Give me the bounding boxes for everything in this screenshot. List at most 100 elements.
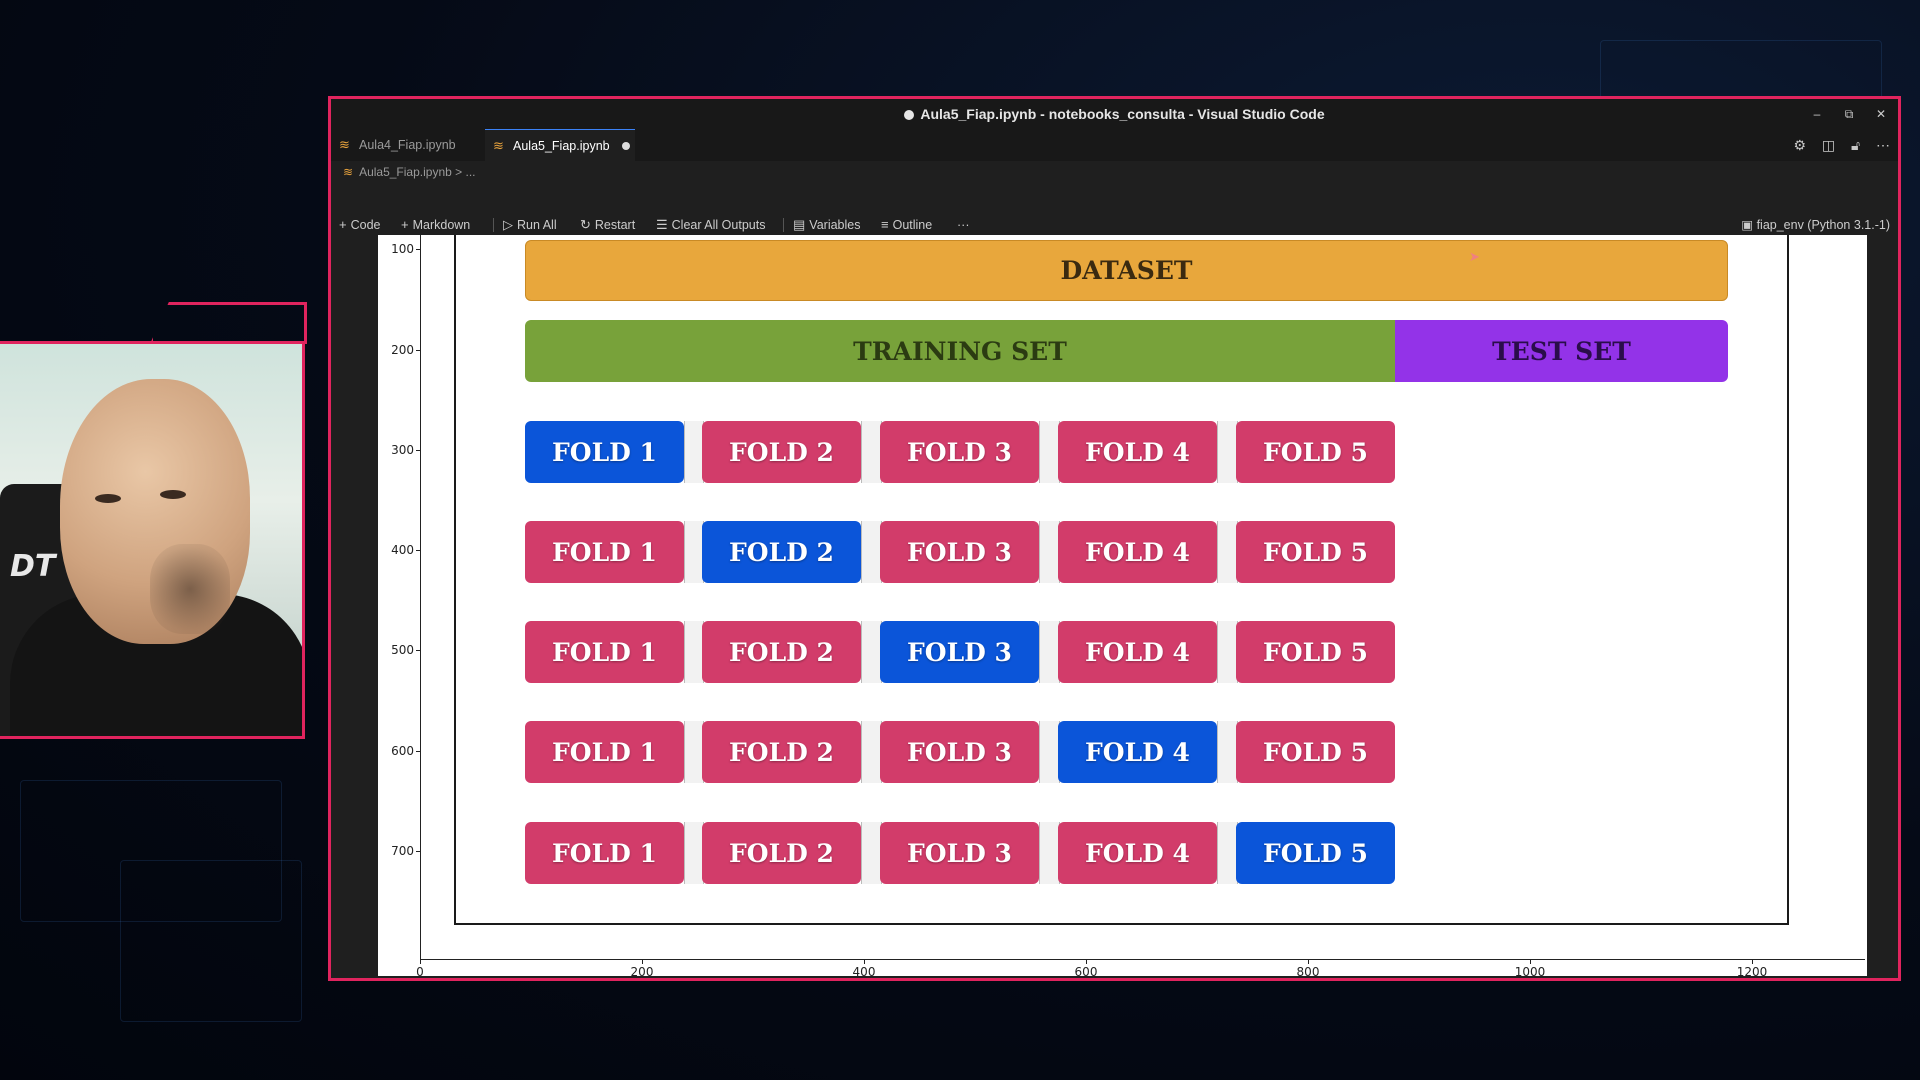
train-fold-block: FOLD 5 xyxy=(1236,521,1395,583)
unsaved-dot-icon xyxy=(904,110,915,120)
tab-label: Aula4_Fiap.ipynb xyxy=(359,138,456,152)
train-fold-block: FOLD 1 xyxy=(525,721,684,783)
minimize-button[interactable]: – xyxy=(1802,99,1832,129)
breadcrumb-file[interactable]: Aula5_Fiap.ipynb xyxy=(359,165,452,179)
x-tick-label: 1000 xyxy=(1514,965,1546,979)
tab-aula5[interactable]: ≋ Aula5_Fiap.ipynb xyxy=(485,129,635,161)
y-tick-label: 400 xyxy=(391,543,414,557)
presenter-eye xyxy=(95,494,121,503)
y-tick-mark xyxy=(416,851,420,852)
vscode-window: Aula5_Fiap.ipynb - notebooks_consulta - … xyxy=(328,96,1901,981)
x-tick-mark xyxy=(1308,960,1309,964)
x-tick-mark xyxy=(1752,960,1753,964)
kernel-label: fiap_env (Python 3.1.-1) xyxy=(1756,218,1890,232)
train-fold-block: FOLD 3 xyxy=(880,721,1039,783)
y-tick-mark xyxy=(416,249,420,250)
kernel-icon: ▣ xyxy=(1741,218,1757,232)
variables-label: Variables xyxy=(809,218,861,232)
training-set-bar: TRAINING SET xyxy=(525,320,1395,382)
test-fold-block: FOLD 4 xyxy=(1058,721,1217,783)
train-fold-block: FOLD 1 xyxy=(525,822,684,884)
train-fold-block: FOLD 5 xyxy=(1236,421,1395,483)
x-tick-mark xyxy=(420,960,421,964)
add-markdown-label: Markdown xyxy=(412,218,471,232)
fold-separator xyxy=(1039,621,1060,683)
fold-separator xyxy=(861,822,882,884)
notebook-icon: ≋ xyxy=(339,137,350,152)
y-tick-mark xyxy=(416,650,420,651)
y-tick-label: 500 xyxy=(391,643,414,657)
fold-separator xyxy=(861,721,882,783)
fold-separator xyxy=(1039,521,1060,583)
y-tick-label: 600 xyxy=(391,744,414,758)
restart-label: Restart xyxy=(594,218,636,232)
clear-outputs-label: Clear All Outputs xyxy=(671,218,766,232)
title-bar: Aula5_Fiap.ipynb - notebooks_consulta - … xyxy=(331,99,1898,129)
y-tick-label: 100 xyxy=(391,242,414,256)
train-fold-block: FOLD 3 xyxy=(880,421,1039,483)
restart-icon: ↻ xyxy=(580,217,591,232)
lock-icon[interactable]: 🔓︎ xyxy=(1851,137,1860,153)
train-fold-block: FOLD 5 xyxy=(1236,621,1395,683)
fold-separator xyxy=(684,822,704,884)
train-fold-block: FOLD 3 xyxy=(880,521,1039,583)
notebook-icon: ≋ xyxy=(493,138,504,153)
train-fold-block: FOLD 4 xyxy=(1058,822,1217,884)
train-fold-block: FOLD 2 xyxy=(702,421,861,483)
x-tick-mark xyxy=(1530,960,1531,964)
variables-icon: ▤ xyxy=(793,217,806,232)
x-tick-label: 400 xyxy=(852,965,876,979)
y-tick-mark xyxy=(416,450,420,451)
add-code-label: Code xyxy=(350,218,381,232)
plus-icon: + xyxy=(401,217,409,232)
train-fold-block: FOLD 2 xyxy=(702,822,861,884)
fold-separator xyxy=(861,621,882,683)
x-axis xyxy=(420,959,1865,960)
fold-separator xyxy=(1217,621,1238,683)
fold-separator xyxy=(861,421,882,483)
train-fold-block: FOLD 5 xyxy=(1236,721,1395,783)
close-button[interactable]: ✕ xyxy=(1866,99,1896,129)
test-fold-block: FOLD 5 xyxy=(1236,822,1395,884)
y-tick-label: 300 xyxy=(391,443,414,457)
more-actions-icon[interactable]: ⋯ xyxy=(1876,137,1890,153)
x-tick-mark xyxy=(642,960,643,964)
play-icon: ▷ xyxy=(503,217,513,232)
fold-separator xyxy=(1217,721,1238,783)
split-editor-icon[interactable]: ◫ xyxy=(1822,137,1835,153)
fold-separator xyxy=(684,421,704,483)
test-fold-block: FOLD 3 xyxy=(880,621,1039,683)
mouse-cursor-icon: ➤ xyxy=(1469,249,1480,264)
outline-icon: ≡ xyxy=(881,217,889,232)
settings-gear-icon[interactable]: ⚙ xyxy=(1793,137,1806,153)
breadcrumb-rest[interactable]: > ... xyxy=(455,165,475,179)
editor-tabs: ≋ Aula4_Fiap.ipynb ≋ Aula5_Fiap.ipynb xyxy=(331,129,1898,161)
presenter-beard xyxy=(150,544,230,634)
fold-separator xyxy=(684,521,704,583)
fold-separator xyxy=(684,721,704,783)
x-tick-mark xyxy=(1086,960,1087,964)
breadcrumb: ≋ Aula5_Fiap.ipynb > ... xyxy=(343,161,475,183)
y-tick-mark xyxy=(416,751,420,752)
fold-separator xyxy=(1217,521,1238,583)
toolbar-separator xyxy=(783,218,784,232)
train-fold-block: FOLD 4 xyxy=(1058,421,1217,483)
cell-output-image: 100 200 300 400 500 600 700 0 200 400 600 800 1000 12… xyxy=(378,235,1867,979)
outline-label: Outline xyxy=(892,218,933,232)
x-tick-label: 600 xyxy=(1074,965,1098,979)
fold-separator xyxy=(1039,721,1060,783)
tab-aula4[interactable]: ≋ Aula4_Fiap.ipynb xyxy=(331,129,481,161)
webcam-frame-tab xyxy=(150,302,307,344)
x-tick-label: 800 xyxy=(1296,965,1320,979)
background-circuit-line xyxy=(120,860,302,1022)
x-tick-label: 0 xyxy=(416,965,424,979)
editor-actions: ⚙ ◫ 🔓︎ ⋯ xyxy=(1781,129,1890,161)
y-tick-label: 200 xyxy=(391,343,414,357)
restore-button[interactable]: ⧉ xyxy=(1834,99,1864,129)
tab-label: Aula5_Fiap.ipynb xyxy=(513,139,610,153)
fold-separator xyxy=(861,521,882,583)
x-tick-label: 1200 xyxy=(1736,965,1768,979)
x-tick-label: 200 xyxy=(630,965,654,979)
notebook-icon: ≋ xyxy=(343,165,354,179)
add-code-button[interactable]: + Code xyxy=(339,211,380,239)
